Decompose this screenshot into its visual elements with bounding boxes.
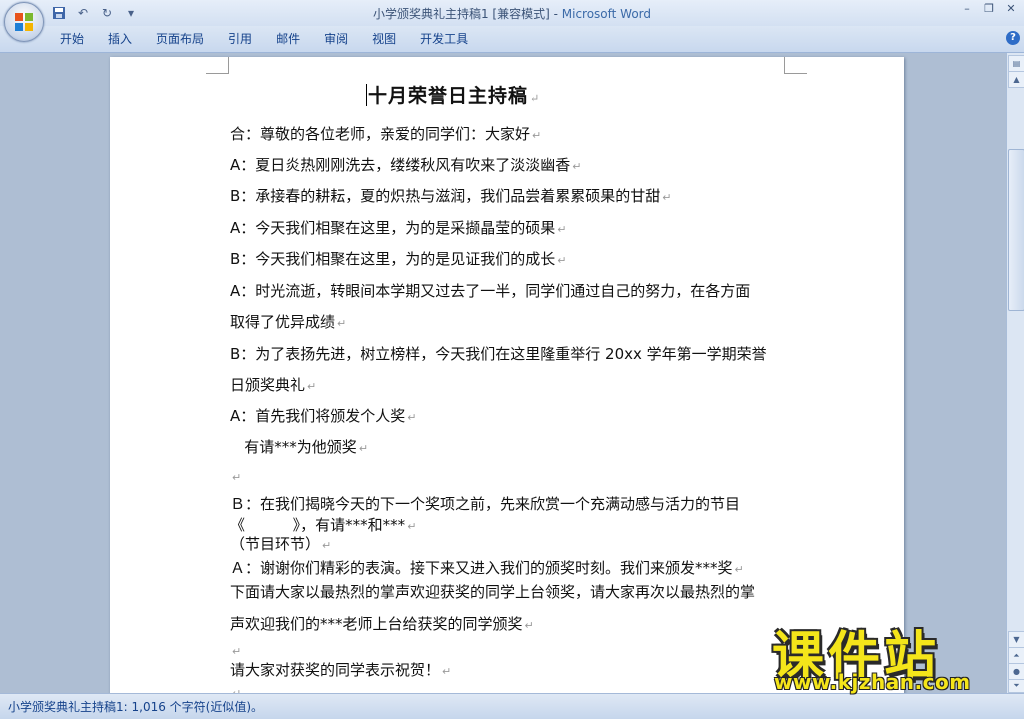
tab-page-layout[interactable]: 页面布局 bbox=[144, 26, 216, 52]
doc-line-empty: ↵ bbox=[230, 683, 241, 693]
tab-references[interactable]: 引用 bbox=[216, 26, 264, 52]
doc-line: B：今天我们相聚在这里，为的是见证我们的成长 ↵ bbox=[230, 250, 567, 268]
doc-line: A：时光流逝，转眼间本学期又过去了一半，同学们通过自己的努力，在各方面 bbox=[230, 282, 751, 300]
doc-line: 请大家对获奖的同学表示祝贺！ ↵ bbox=[230, 661, 452, 679]
paragraph-mark: ↵ bbox=[337, 317, 347, 330]
window-title-doc: 小学颁奖典礼主持稿1 [兼容模式] - bbox=[372, 7, 562, 21]
paragraph-mark: ↵ bbox=[307, 380, 317, 393]
next-page-icon[interactable]: ⏷ bbox=[1008, 679, 1024, 693]
paragraph-mark: ↵ bbox=[442, 665, 452, 678]
select-browse-object-icon[interactable]: ● bbox=[1008, 663, 1024, 680]
doc-line: Ｂ：在我们揭晓今天的下一个奖项之前，先来欣赏一个充满动感与活力的节目 bbox=[230, 495, 741, 513]
office-logo-icon bbox=[15, 13, 33, 31]
document-page[interactable]: 十月荣誉日主持稿 ↵ 合：尊敬的各位老师，亲爱的同学们：大家好 ↵ A：夏日炎热刚刚… bbox=[110, 57, 904, 693]
paragraph-mark: ↵ bbox=[532, 129, 542, 142]
crop-mark-top-right bbox=[784, 57, 807, 74]
paragraph-mark: ↵ bbox=[232, 471, 242, 484]
scroll-thumb[interactable] bbox=[1008, 149, 1024, 311]
tab-mailings[interactable]: 邮件 bbox=[264, 26, 312, 52]
vertical-scrollbar[interactable]: ▤ ▲ ▼ ⏶ ● ⏷ bbox=[1006, 53, 1024, 693]
doc-line: A：首先我们将颁发个人奖 ↵ bbox=[230, 407, 417, 425]
paragraph-mark: ↵ bbox=[530, 92, 541, 105]
window-title: 小学颁奖典礼主持稿1 [兼容模式] - Microsoft Word bbox=[0, 5, 1024, 22]
doc-line: 声欢迎我们的***老师上台给获奖的同学颁奖 ↵ bbox=[230, 615, 534, 633]
doc-line-empty: ↵ bbox=[230, 467, 241, 485]
doc-line-empty: ↵ bbox=[230, 641, 241, 659]
tab-home[interactable]: 开始 bbox=[48, 26, 96, 52]
paragraph-mark: ↵ bbox=[407, 520, 417, 533]
status-word-count[interactable]: 小学颁奖典礼主持稿1: 1,016 个字符(近似值)。 bbox=[8, 698, 263, 715]
paragraph-mark: ↵ bbox=[358, 442, 369, 455]
doc-line: Ａ：谢谢你们精彩的表演。接下来又进入我们的颁奖时刻。我们来颁发***奖 ↵ bbox=[230, 559, 744, 577]
crop-mark-top-left bbox=[206, 57, 229, 74]
paragraph-mark: ↵ bbox=[524, 619, 534, 632]
doc-line: （节目环节） ↵ bbox=[230, 535, 332, 553]
document-title-text: 十月荣誉日主持稿 bbox=[368, 85, 529, 107]
status-bar: 小学颁奖典礼主持稿1: 1,016 个字符(近似值)。 bbox=[0, 693, 1024, 719]
restore-icon[interactable]: ❐ bbox=[982, 2, 996, 16]
watermark-url: www.kjzhan.com bbox=[774, 670, 971, 694]
help-icon[interactable]: ? bbox=[1006, 31, 1020, 45]
scroll-up-icon[interactable]: ▲ bbox=[1008, 71, 1024, 88]
scroll-down-icon[interactable]: ▼ bbox=[1008, 631, 1024, 648]
paragraph-mark: ↵ bbox=[557, 254, 567, 267]
doc-line: 取得了优异成绩 ↵ bbox=[230, 313, 347, 331]
paragraph-mark: ↵ bbox=[557, 223, 567, 236]
paragraph-mark: ↵ bbox=[232, 645, 242, 658]
paragraph-mark: ↵ bbox=[572, 160, 582, 173]
doc-line: A：夏日炎热刚刚洗去，缕缕秋风有吹来了淡淡幽香 ↵ bbox=[230, 156, 582, 174]
ruler-toggle-icon[interactable]: ▤ bbox=[1008, 55, 1024, 72]
tab-view[interactable]: 视图 bbox=[360, 26, 408, 52]
doc-line: 下面请大家以最热烈的掌声欢迎获奖的同学上台领奖，请大家再次以最热烈的掌 bbox=[230, 583, 756, 601]
window-title-app: Microsoft Word bbox=[561, 7, 652, 21]
doc-line: 合：尊敬的各位老师，亲爱的同学们：大家好 ↵ bbox=[230, 125, 542, 143]
window-controls: – ❐ ✕ bbox=[960, 2, 1018, 16]
paragraph-mark: ↵ bbox=[322, 539, 332, 552]
doc-line: A：今天我们相聚在这里，为的是采撷晶莹的硕果 ↵ bbox=[230, 219, 567, 237]
ribbon-tab-row: 开始 插入 页面布局 引用 邮件 审阅 视图 开发工具 ? bbox=[0, 26, 1024, 53]
doc-line: 有请***为他颁奖 ↵ bbox=[230, 438, 369, 456]
tab-developer[interactable]: 开发工具 bbox=[408, 26, 480, 52]
paragraph-mark: ↵ bbox=[407, 411, 417, 424]
ribbon-tabs: 开始 插入 页面布局 引用 邮件 审阅 视图 开发工具 bbox=[48, 26, 480, 52]
minimize-icon[interactable]: – bbox=[960, 2, 974, 16]
title-bar: ↶ ↻ ▾ 小学颁奖典礼主持稿1 [兼容模式] - Microsoft Word… bbox=[0, 0, 1024, 26]
paragraph-mark: ↵ bbox=[734, 563, 744, 576]
document-workspace: 十月荣誉日主持稿 ↵ 合：尊敬的各位老师，亲爱的同学们：大家好 ↵ A：夏日炎热刚刚… bbox=[0, 53, 1007, 693]
doc-line: B：承接春的耕耘，夏的炽热与滋润，我们品尝着累累硕果的甘甜 ↵ bbox=[230, 187, 672, 205]
doc-line: 日颁奖典礼 ↵ bbox=[230, 376, 317, 394]
doc-line: 《 》，有请***和*** ↵ bbox=[230, 516, 417, 534]
previous-page-icon[interactable]: ⏶ bbox=[1008, 647, 1024, 664]
paragraph-mark: ↵ bbox=[662, 191, 672, 204]
tab-review[interactable]: 审阅 bbox=[312, 26, 360, 52]
tab-insert[interactable]: 插入 bbox=[96, 26, 144, 52]
doc-line: B：为了表扬先进，树立榜样，今天我们在这里隆重举行 20xx 学年第一学期荣誉 bbox=[230, 345, 767, 363]
close-icon[interactable]: ✕ bbox=[1004, 2, 1018, 16]
document-title: 十月荣誉日主持稿 ↵ bbox=[366, 81, 540, 108]
text-cursor bbox=[366, 84, 367, 106]
office-button[interactable] bbox=[4, 2, 44, 42]
